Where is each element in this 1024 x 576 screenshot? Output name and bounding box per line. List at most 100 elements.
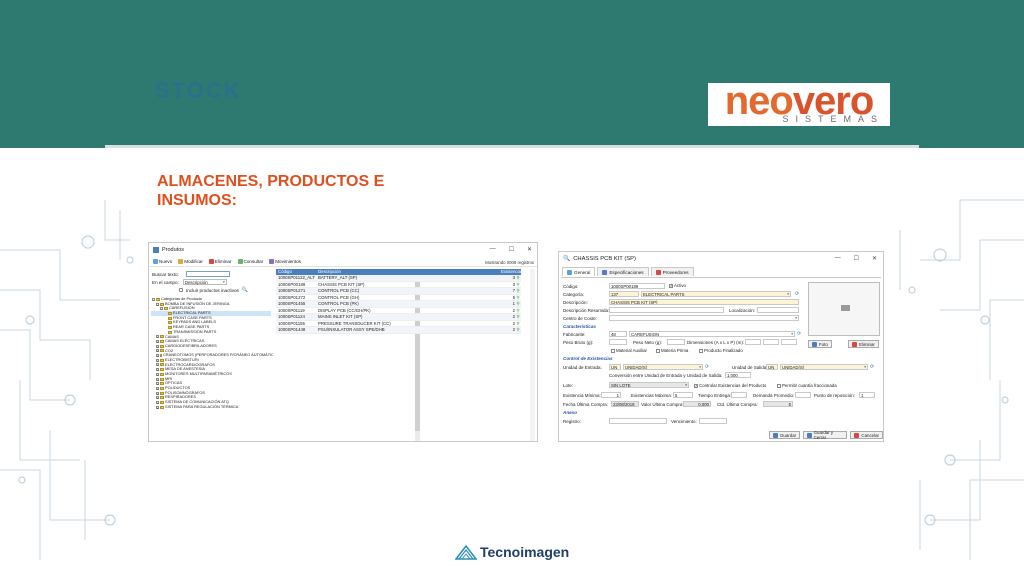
net-weight-field[interactable] bbox=[667, 339, 685, 345]
new-button[interactable]: Nuevo bbox=[153, 259, 172, 264]
close-button[interactable]: ✕ bbox=[872, 255, 877, 262]
expand-icon[interactable]: + bbox=[156, 358, 159, 362]
expand-icon[interactable]: + bbox=[156, 363, 159, 367]
category-code-field[interactable]: 137 bbox=[609, 291, 639, 297]
aux-material-checkbox[interactable]: Material Auxiliar bbox=[611, 348, 647, 353]
control-stock-checkbox[interactable]: ✓ Controlar Existencias del Producto bbox=[694, 383, 766, 388]
search-icon[interactable]: ⚲ bbox=[515, 275, 521, 281]
gross-weight-field[interactable] bbox=[609, 339, 627, 345]
conversion-field[interactable]: 1,000 bbox=[725, 372, 751, 378]
consult-button[interactable]: Consultar bbox=[237, 259, 263, 264]
lead-time-label: Tiempo Entrega: bbox=[698, 393, 732, 398]
collapse-icon[interactable]: − bbox=[160, 307, 163, 311]
tab-suppliers[interactable]: Proveedores bbox=[650, 267, 694, 276]
input-unit-select[interactable]: UNIDAD(S) ▾ bbox=[623, 364, 703, 370]
output-unit-code-field[interactable]: UN bbox=[766, 364, 778, 370]
finished-product-checkbox[interactable]: Producto Finalizado bbox=[699, 348, 743, 353]
expiry-field[interactable] bbox=[699, 418, 727, 424]
photo-delete-button[interactable]: Eliminar bbox=[848, 340, 879, 348]
avg-demand-label: Demanda Promedio: bbox=[753, 393, 795, 398]
save-button[interactable]: Guardar bbox=[769, 431, 801, 439]
expand-icon[interactable]: + bbox=[156, 382, 159, 386]
refresh-icon[interactable]: ⟳ bbox=[795, 291, 799, 297]
expand-icon[interactable]: + bbox=[156, 335, 159, 339]
search-icon[interactable]: 🔍 bbox=[242, 287, 248, 293]
minimize-button[interactable]: — bbox=[835, 255, 841, 262]
search-icon[interactable]: ⚲ bbox=[515, 327, 521, 333]
folder-icon bbox=[160, 354, 162, 358]
search-icon[interactable]: ⚲ bbox=[515, 321, 521, 327]
movements-icon bbox=[269, 259, 275, 264]
summary-description-field[interactable] bbox=[609, 307, 724, 313]
include-inactive-checkbox[interactable] bbox=[179, 288, 183, 292]
active-checkbox[interactable]: ✓ Activo bbox=[669, 283, 686, 288]
category-select[interactable]: ELECTRICAL PARTS ▾ bbox=[641, 291, 791, 297]
reorder-point-field[interactable]: 1 bbox=[859, 392, 875, 398]
expand-icon[interactable]: + bbox=[156, 386, 159, 390]
dim-p-field[interactable] bbox=[781, 339, 797, 345]
input-unit-code-field[interactable]: UN bbox=[609, 364, 621, 370]
manufacturer-code-field[interactable]: 48 bbox=[609, 331, 627, 337]
raw-material-checkbox[interactable]: Materia Prima bbox=[656, 348, 688, 353]
maximize-button[interactable]: ☐ bbox=[509, 246, 514, 253]
expand-icon[interactable]: + bbox=[156, 400, 159, 404]
search-icon[interactable]: ⚲ bbox=[515, 314, 521, 320]
lot-select[interactable]: SIN LOTE ▾ bbox=[609, 382, 689, 388]
photo-button[interactable]: Foto bbox=[808, 340, 832, 348]
table-row[interactable]: 1000SP01448 PSU/INSULATOR ASSY SPE/DHB 2 ⚲ bbox=[276, 327, 521, 334]
lead-time-field[interactable] bbox=[731, 392, 747, 398]
last-purchase-date-label: Fecha Última Compra: bbox=[563, 402, 609, 407]
expand-icon[interactable]: + bbox=[156, 368, 159, 372]
search-icon[interactable]: ⚲ bbox=[515, 301, 521, 307]
last-purchase-value-label: Valor Última Compra: bbox=[641, 402, 684, 407]
expand-icon[interactable]: + bbox=[156, 344, 159, 348]
expand-icon[interactable]: + bbox=[156, 349, 159, 353]
cost-center-select[interactable]: ▾ bbox=[609, 315, 799, 321]
search-icon[interactable]: ⚲ bbox=[515, 308, 521, 314]
collapse-icon[interactable]: − bbox=[156, 302, 159, 306]
refresh-icon[interactable]: ⟳ bbox=[870, 364, 874, 370]
collapse-icon[interactable]: − bbox=[152, 297, 155, 301]
expand-icon[interactable]: + bbox=[156, 405, 159, 409]
expand-icon[interactable]: + bbox=[156, 340, 159, 344]
location-field[interactable] bbox=[757, 307, 799, 313]
expand-icon[interactable]: + bbox=[156, 391, 159, 395]
close-button[interactable]: ✕ bbox=[527, 246, 532, 253]
expand-icon[interactable]: + bbox=[156, 372, 159, 376]
minimize-button[interactable]: — bbox=[490, 246, 496, 253]
grid-scrollbar[interactable] bbox=[530, 269, 535, 441]
expand-icon[interactable]: + bbox=[156, 377, 159, 381]
search-icon[interactable]: ⚲ bbox=[515, 295, 521, 301]
min-stock-field[interactable]: 1 bbox=[601, 392, 621, 398]
expand-icon[interactable]: + bbox=[156, 396, 159, 400]
maximize-button[interactable]: ☐ bbox=[854, 255, 859, 262]
cancel-button[interactable]: Cancelar bbox=[850, 431, 883, 439]
code-field[interactable]: 1000SP00189 bbox=[609, 283, 665, 289]
tree-node[interactable]: + SISTEMA PARA REGULACIÓN TÉRMICA bbox=[151, 404, 271, 410]
dim-a-field[interactable] bbox=[745, 339, 761, 345]
registry-field[interactable] bbox=[609, 418, 667, 424]
cell-code: 1000SP01124 bbox=[278, 314, 305, 319]
cell-code: 1000SP01272 bbox=[278, 294, 306, 300]
search-input[interactable] bbox=[185, 271, 230, 277]
field-select[interactable]: Descripción ▾ bbox=[182, 279, 227, 285]
save-close-button[interactable]: Guardar y Cerrar bbox=[803, 430, 848, 440]
avg-demand-field[interactable] bbox=[795, 392, 811, 398]
search-icon[interactable]: ⚲ bbox=[515, 282, 521, 288]
movements-button[interactable]: Movimientos bbox=[269, 259, 301, 264]
max-stock-field[interactable]: 5 bbox=[673, 392, 693, 398]
fractional-checkbox[interactable]: Permitir cuantía fraccionada bbox=[777, 383, 837, 388]
tab-specifications[interactable]: Especificaciones bbox=[597, 267, 649, 276]
manufacturer-select[interactable]: CAREFUSION ▾ bbox=[629, 331, 795, 337]
refresh-icon[interactable]: ⟳ bbox=[797, 331, 801, 337]
dim-l-field[interactable] bbox=[763, 339, 779, 345]
form-titlebar: 🔍 CHASSIS PCB KIT (SP) — ☐ ✕ bbox=[559, 252, 883, 266]
delete-button[interactable]: Eliminar bbox=[208, 259, 232, 264]
search-icon[interactable]: ⚲ bbox=[515, 288, 521, 294]
output-unit-select[interactable]: UNIDAD(S) ▾ bbox=[780, 364, 868, 370]
tab-general[interactable]: General bbox=[562, 267, 596, 276]
expand-icon[interactable]: + bbox=[156, 354, 159, 358]
description-field[interactable]: CHASSIS PCB KIT (SP) bbox=[609, 299, 799, 305]
refresh-icon[interactable]: ⟳ bbox=[705, 364, 709, 370]
modify-button[interactable]: Modificar bbox=[178, 259, 203, 264]
